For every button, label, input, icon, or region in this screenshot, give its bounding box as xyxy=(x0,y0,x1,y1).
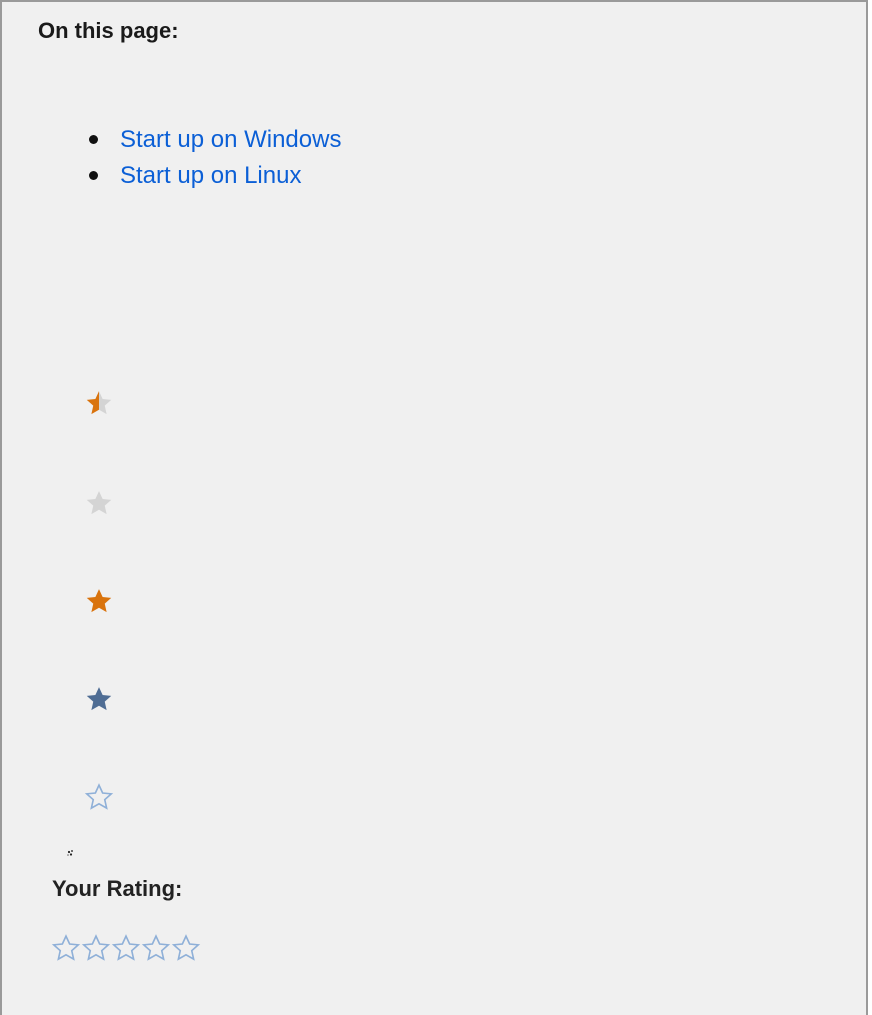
rate-star-4-icon[interactable] xyxy=(141,933,171,963)
toc-link-windows[interactable]: Start up on Windows xyxy=(120,125,341,155)
half-star-icon xyxy=(86,391,112,415)
rating-stars xyxy=(51,933,201,963)
rate-star-2-icon[interactable] xyxy=(81,933,111,963)
rate-star-3-icon[interactable] xyxy=(111,933,141,963)
star-outline-icon xyxy=(84,783,114,810)
bullet-icon xyxy=(89,171,98,180)
sidebar-panel: On this page: Start up on Windows Start … xyxy=(0,0,868,1015)
rate-star-5-icon[interactable] xyxy=(171,933,201,963)
bullet-icon xyxy=(89,135,98,144)
star-grey-icon xyxy=(86,491,112,515)
star-orange-icon xyxy=(86,589,112,613)
toc-link-linux[interactable]: Start up on Linux xyxy=(120,161,301,191)
rate-star-1-icon[interactable] xyxy=(51,933,81,963)
rating-label: Your Rating: xyxy=(52,876,183,901)
loading-spinner-icon xyxy=(67,850,73,856)
star-blue-icon xyxy=(86,687,112,711)
toc-heading: On this page: xyxy=(38,18,179,43)
